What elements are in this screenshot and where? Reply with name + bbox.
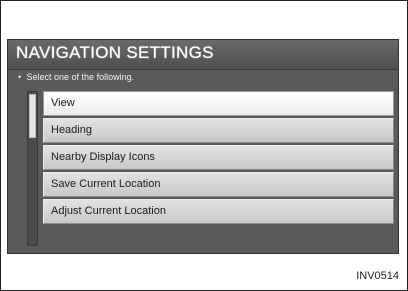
menu-item-nearby-display-icons[interactable]: Nearby Display Icons bbox=[43, 145, 394, 170]
title-bar: NAVIGATION SETTINGS bbox=[8, 40, 398, 70]
instruction-text: • Select one of the following. bbox=[18, 72, 134, 82]
menu-item-view[interactable]: View bbox=[43, 91, 394, 116]
menu-item-adjust-current-location[interactable]: Adjust Current Location bbox=[43, 199, 394, 224]
figure-reference-code: INV0514 bbox=[356, 270, 399, 282]
figure-frame: NAVIGATION SETTINGS • Select one of the … bbox=[0, 0, 408, 291]
screen-title: NAVIGATION SETTINGS bbox=[16, 43, 214, 62]
bullet-icon: • bbox=[18, 72, 22, 82]
navigation-settings-screen: NAVIGATION SETTINGS • Select one of the … bbox=[7, 39, 399, 254]
scrollbar-thumb[interactable] bbox=[29, 94, 36, 138]
instruction-label: Select one of the following. bbox=[26, 72, 135, 82]
scrollbar[interactable] bbox=[27, 91, 38, 246]
menu-item-save-current-location[interactable]: Save Current Location bbox=[43, 172, 394, 197]
menu-item-heading[interactable]: Heading bbox=[43, 118, 394, 143]
